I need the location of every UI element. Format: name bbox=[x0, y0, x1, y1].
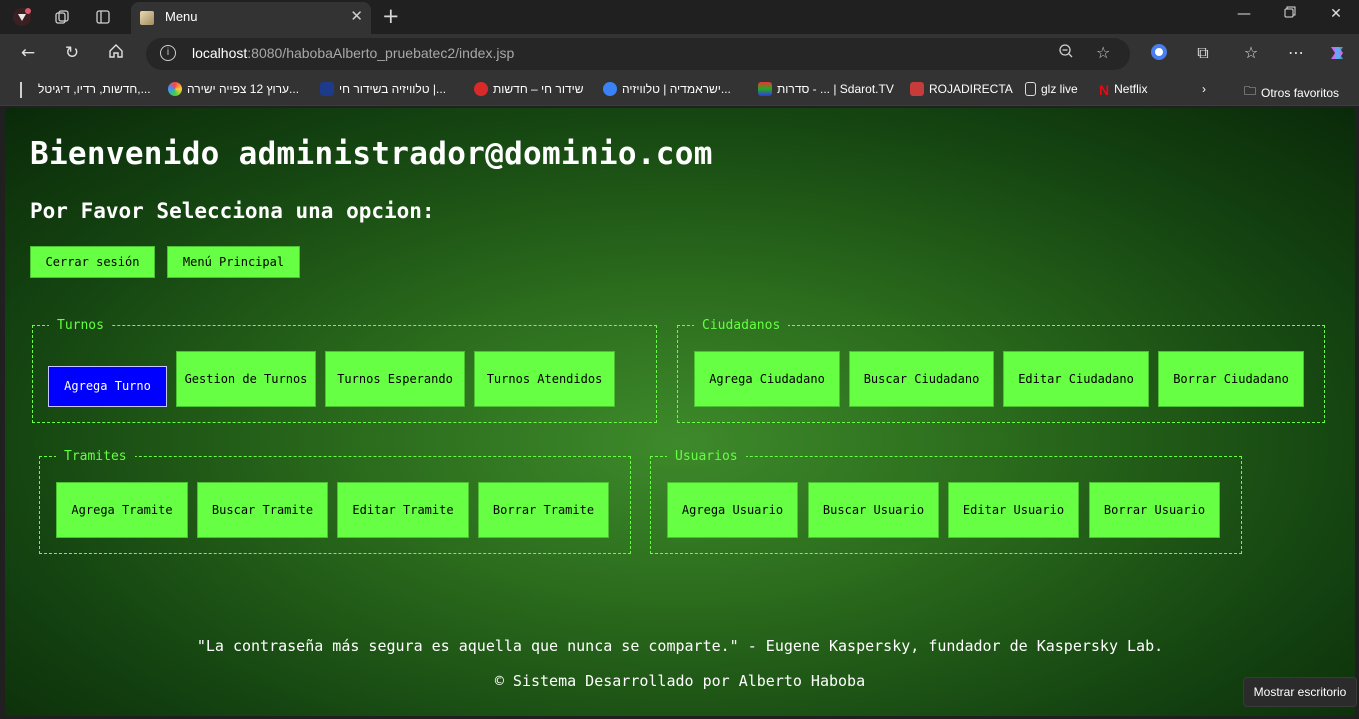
refresh-icon[interactable]: ↻ bbox=[60, 43, 84, 63]
select-option-heading: Por Favor Selecciona una opcion: bbox=[30, 199, 435, 223]
favorites-icon[interactable]: ☆ bbox=[1239, 43, 1263, 62]
folder-icon: 🗀 bbox=[1244, 84, 1257, 98]
main-menu-button[interactable]: Menú Principal bbox=[167, 246, 300, 278]
buscar-usuario-button[interactable]: Buscar Usuario bbox=[808, 482, 939, 538]
extensions-icon[interactable]: ⧉ bbox=[1191, 43, 1215, 63]
borrar-usuario-button[interactable]: Borrar Usuario bbox=[1089, 482, 1220, 538]
show-desktop-tooltip: Mostrar escritorio bbox=[1243, 677, 1357, 707]
tab-title: Menu bbox=[165, 9, 198, 24]
editar-ciudadano-button[interactable]: Editar Ciudadano bbox=[1003, 351, 1149, 407]
back-arrow-icon[interactable]: ← bbox=[16, 43, 40, 63]
bookmark-item[interactable]: סדרות - ... | Sdarot.TV bbox=[758, 82, 894, 96]
workspaces-icon[interactable] bbox=[52, 7, 72, 27]
restore-icon[interactable] bbox=[1275, 6, 1305, 22]
page-content: Bienvenido administrador@dominio.com Por… bbox=[5, 108, 1355, 716]
browser-toolbar: ← ↻ i localhost:8080/habobaAlberto_prueb… bbox=[0, 34, 1359, 74]
borrar-tramite-button[interactable]: Borrar Tramite bbox=[478, 482, 609, 538]
tab-favicon-icon bbox=[140, 11, 154, 25]
borrar-ciudadano-button[interactable]: Borrar Ciudadano bbox=[1158, 351, 1304, 407]
bookmark-item[interactable]: טלוויזיה בשידור חי |... bbox=[320, 82, 446, 96]
site-info-icon[interactable]: i bbox=[160, 45, 176, 61]
other-favorites-folder[interactable]: 🗀 Otros favoritos bbox=[1244, 82, 1339, 103]
bookmark-item[interactable]: glz live bbox=[1025, 82, 1078, 96]
editar-tramite-button[interactable]: Editar Tramite bbox=[337, 482, 469, 538]
address-bar[interactable]: i localhost:8080/habobaAlberto_pruebatec… bbox=[146, 38, 1130, 70]
group-legend: Turnos bbox=[57, 318, 104, 333]
zoom-icon[interactable] bbox=[1058, 43, 1074, 63]
buscar-ciudadano-button[interactable]: Buscar Ciudadano bbox=[849, 351, 994, 407]
more-menu-icon[interactable]: ⋯ bbox=[1284, 43, 1308, 62]
gestion-turnos-button[interactable]: Gestion de Turnos bbox=[176, 351, 316, 407]
minimize-icon[interactable]: — bbox=[1229, 6, 1259, 22]
bookmark-item[interactable]: ערוץ 12 צפייה ישירה... bbox=[168, 82, 299, 96]
agrega-turno-button[interactable]: Agrega Turno bbox=[48, 366, 167, 407]
agrega-ciudadano-button[interactable]: Agrega Ciudadano bbox=[694, 351, 840, 407]
welcome-heading: Bienvenido administrador@dominio.com bbox=[30, 136, 713, 172]
bookmark-item[interactable]: שידור חי – חדשות bbox=[474, 82, 583, 96]
agrega-tramite-button[interactable]: Agrega Tramite bbox=[56, 482, 188, 538]
copilot-icon[interactable] bbox=[1325, 43, 1349, 67]
tab-close-icon[interactable]: ✕ bbox=[350, 7, 363, 25]
security-quote: "La contraseña más segura es aquella que… bbox=[196, 637, 1164, 655]
turnos-atendidos-button[interactable]: Turnos Atendidos bbox=[474, 351, 615, 407]
copilot-search-icon[interactable] bbox=[1147, 43, 1171, 65]
new-tab-icon[interactable]: + bbox=[382, 4, 400, 28]
bookmark-separator bbox=[20, 82, 22, 98]
group-legend: Tramites bbox=[64, 449, 127, 464]
favorite-star-icon[interactable]: ☆ bbox=[1096, 43, 1110, 62]
agrega-usuario-button[interactable]: Agrega Usuario bbox=[667, 482, 798, 538]
home-icon[interactable] bbox=[104, 43, 128, 64]
browser-title-bar: Menu ✕ + — ✕ bbox=[0, 0, 1359, 34]
editar-usuario-button[interactable]: Editar Usuario bbox=[948, 482, 1079, 538]
profile-avatar-icon[interactable] bbox=[12, 7, 32, 27]
group-legend: Usuarios bbox=[675, 449, 738, 464]
group-legend: Ciudadanos bbox=[702, 318, 781, 333]
buscar-tramite-button[interactable]: Buscar Tramite bbox=[197, 482, 328, 538]
turnos-esperando-button[interactable]: Turnos Esperando bbox=[325, 351, 465, 407]
bookmark-item[interactable]: ROJADIRECTA bbox=[910, 82, 1013, 96]
tab-actions-icon[interactable] bbox=[93, 7, 113, 27]
bookmark-item[interactable]: N Netflix bbox=[1099, 82, 1147, 98]
bookmarks-bar: חדשות, רדיו, דיגיטל,... ערוץ 12 צפייה יש… bbox=[0, 74, 1359, 106]
close-window-icon[interactable]: ✕ bbox=[1321, 6, 1351, 22]
chevron-right-icon[interactable]: › bbox=[1202, 82, 1206, 96]
url-text: localhost:8080/habobaAlberto_pruebatec2/… bbox=[192, 45, 515, 61]
bookmark-item[interactable]: חדשות, רדיו, דיגיטל,... bbox=[38, 82, 151, 96]
logout-button[interactable]: Cerrar sesión bbox=[30, 246, 155, 278]
browser-tab-menu[interactable]: Menu ✕ bbox=[131, 2, 371, 34]
footer-credit: © Sistema Desarrollado por Alberto Habob… bbox=[494, 672, 866, 690]
bookmark-item[interactable]: ישראמדיה | טלוויזיה... bbox=[603, 82, 731, 96]
